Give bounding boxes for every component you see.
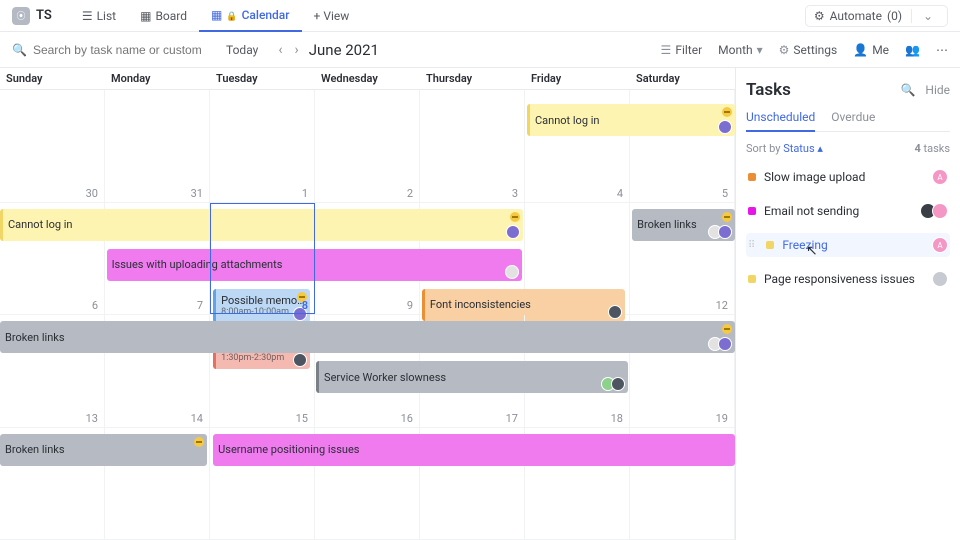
board-icon: ▦ — [140, 9, 151, 23]
next-month-button[interactable]: › — [295, 42, 299, 58]
avatar-icon — [505, 265, 519, 279]
day-cell[interactable]: 2 — [315, 90, 420, 202]
search-box[interactable]: 🔍 — [12, 43, 212, 57]
status-icon — [194, 437, 204, 447]
dow-cell: Monday — [105, 68, 210, 89]
search-icon: 🔍 — [12, 43, 27, 57]
chevron-down-icon: ▾ — [757, 43, 763, 57]
view-tab-board[interactable]: ▦ Board — [128, 0, 199, 32]
more-icon[interactable]: ⋯ — [936, 43, 948, 57]
lock-icon — [226, 8, 237, 22]
tasks-side-panel: Tasks 🔍 Hide Unscheduled Overdue Sort by… — [736, 68, 960, 540]
task-item-page-responsiveness[interactable]: Page responsiveness issues — [746, 267, 950, 291]
automate-button[interactable]: ⚙ Automate (0) ⌄ — [805, 5, 948, 27]
filter-icon: ☰ — [661, 43, 672, 57]
search-icon[interactable]: 🔍 — [900, 83, 915, 97]
automate-count: (0) — [887, 9, 902, 23]
space-name[interactable]: TS — [36, 8, 52, 23]
view-tab-calendar[interactable]: ▦ Calendar — [199, 0, 302, 32]
status-dot — [766, 241, 774, 249]
chevron-down-icon[interactable]: ⌄ — [917, 9, 939, 23]
event-username-positioning[interactable]: Username positioning issues — [213, 434, 735, 466]
avatar-icon — [718, 120, 732, 134]
dow-cell: Tuesday — [210, 68, 315, 89]
dow-cell: Wednesday — [315, 68, 420, 89]
view-tab-list[interactable]: ☰ List — [70, 0, 128, 32]
task-item-freezing[interactable]: ⠿ Freezing A ↖ — [746, 233, 950, 257]
day-cell[interactable]: 3 — [420, 90, 525, 202]
tab-overdue[interactable]: Overdue — [831, 110, 875, 131]
month-title: June 2021 — [309, 41, 379, 59]
people-icon[interactable]: 👥 — [905, 43, 920, 57]
today-button[interactable]: Today — [216, 39, 268, 61]
period-dropdown[interactable]: Month▾ — [718, 43, 763, 57]
prev-month-button[interactable]: ‹ — [278, 42, 282, 58]
dow-cell: Thursday — [420, 68, 525, 89]
status-icon — [722, 212, 732, 222]
calendar-grid: Sunday Monday Tuesday Wednesday Thursday… — [0, 68, 736, 540]
event-cannot-log-in[interactable]: Cannot log in — [527, 104, 735, 136]
dow-cell: Sunday — [0, 68, 105, 89]
day-cell[interactable]: 31 — [105, 90, 210, 202]
status-dot — [748, 207, 756, 215]
avatar-icon — [932, 203, 948, 219]
avatar-icon — [718, 225, 732, 239]
view-label: Board — [155, 9, 187, 23]
day-cell[interactable]: 8 — [210, 203, 315, 315]
person-icon: 👤 — [853, 43, 868, 57]
status-dot — [748, 173, 756, 181]
view-label: Calendar — [242, 8, 290, 22]
event-broken-links[interactable]: Broken links — [632, 209, 735, 241]
filter-button[interactable]: ☰Filter — [661, 43, 703, 57]
avatar-icon — [932, 271, 948, 287]
search-input[interactable] — [33, 43, 203, 57]
task-list: Slow image upload A Email not sending ⠿ … — [746, 165, 950, 291]
day-cell[interactable]: 30 — [0, 90, 105, 202]
task-count: 4 tasks — [914, 142, 950, 155]
status-icon — [722, 324, 732, 334]
gear-icon: ⚙ — [779, 43, 790, 57]
space-icon[interactable]: ⦿ — [12, 7, 30, 25]
avatar-icon — [718, 337, 732, 351]
task-item-email-not-sending[interactable]: Email not sending — [746, 199, 950, 223]
settings-button[interactable]: ⚙Settings — [779, 43, 838, 57]
calendar-icon: ▦ — [211, 8, 222, 22]
status-dot — [748, 275, 756, 283]
event-broken-links[interactable]: Broken links — [0, 434, 207, 466]
dow-cell: Friday — [525, 68, 630, 89]
drag-handle-icon[interactable]: ⠿ — [748, 240, 756, 251]
me-button[interactable]: 👤Me — [853, 43, 889, 57]
view-label: List — [97, 9, 117, 23]
event-service-worker[interactable]: Service Worker slowness — [316, 361, 628, 393]
automate-icon: ⚙ — [814, 9, 825, 23]
event-broken-links[interactable]: Broken links — [0, 321, 735, 353]
day-cell[interactable]: 1 — [210, 90, 315, 202]
tab-unscheduled[interactable]: Unscheduled — [746, 110, 815, 132]
hide-button[interactable]: Hide — [925, 83, 950, 97]
add-view-label: + View — [314, 9, 350, 23]
avatar-icon — [611, 377, 625, 391]
side-panel-title: Tasks — [746, 80, 791, 100]
list-icon: ☰ — [82, 9, 93, 23]
status-icon — [722, 107, 732, 117]
automate-label: Automate — [830, 9, 882, 23]
avatar-icon: A — [932, 169, 948, 185]
avatar-icon: A — [932, 237, 948, 253]
avatar-icon — [506, 225, 520, 239]
dow-cell: Saturday — [630, 68, 735, 89]
add-view-button[interactable]: + View — [302, 0, 362, 32]
status-icon — [510, 212, 520, 222]
task-item-slow-image-upload[interactable]: Slow image upload A — [746, 165, 950, 189]
sort-dropdown[interactable]: Status ▴ — [783, 142, 823, 155]
